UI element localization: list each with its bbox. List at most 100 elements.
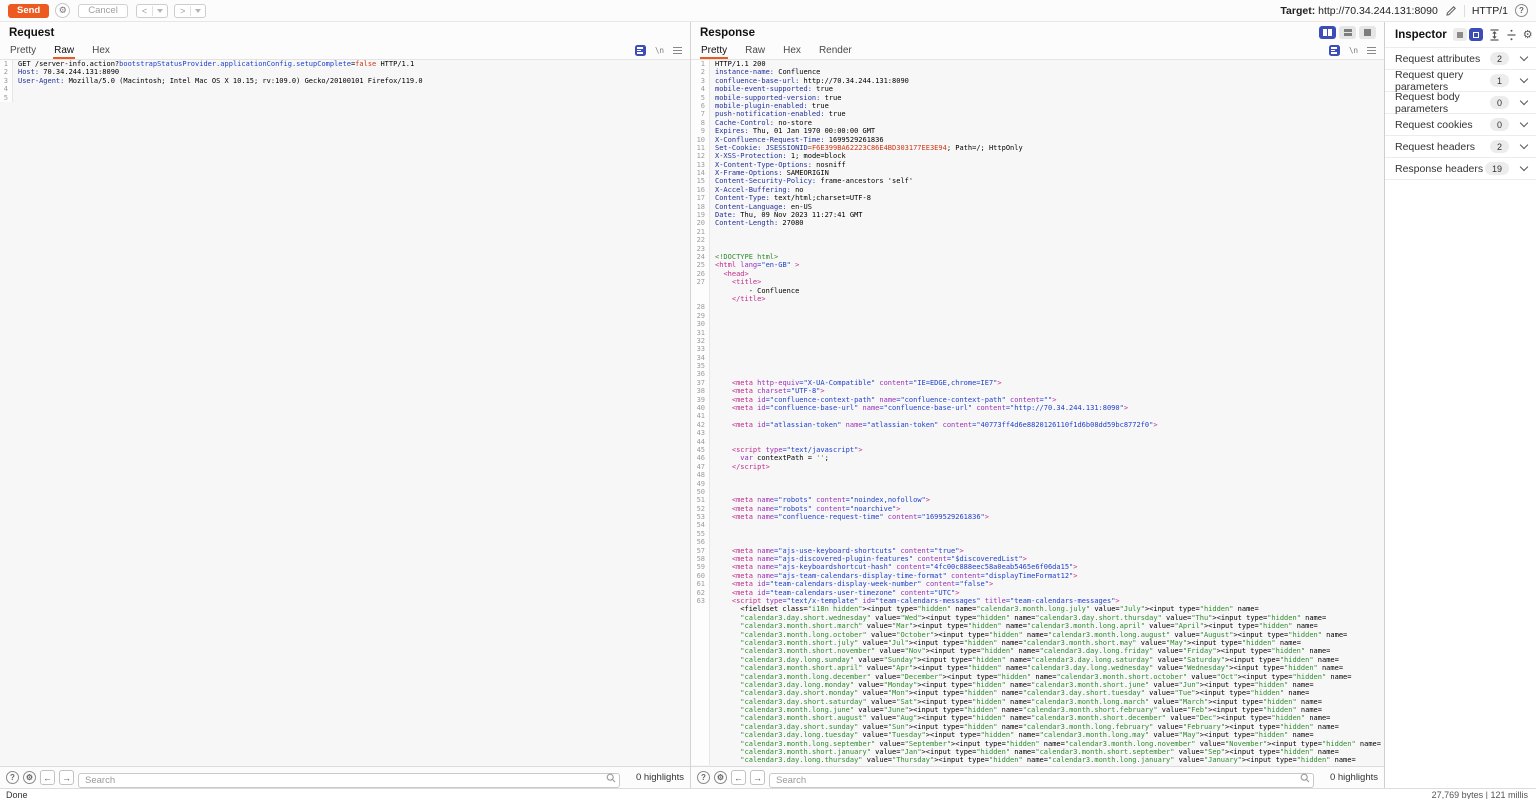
chevron-down-icon[interactable]: [1520, 53, 1528, 61]
send-settings-gear-icon[interactable]: ⚙: [55, 3, 70, 18]
code-line: 47 </script>: [691, 463, 1384, 471]
code-line: "calendar3.month.short.march" value="Mar…: [691, 622, 1384, 630]
layout-columns-button[interactable]: [1319, 26, 1336, 39]
editor-menu-icon[interactable]: [1367, 47, 1376, 54]
inspector-section-label: Request attributes: [1395, 53, 1490, 65]
chevron-down-icon[interactable]: [1520, 97, 1528, 105]
inspector-section-request-body-parameters[interactable]: Request body parameters0: [1385, 92, 1536, 114]
code-line: 4: [0, 85, 690, 93]
code-line: - Confluence: [691, 287, 1384, 295]
search-settings-gear-icon[interactable]: ⚙: [714, 771, 727, 784]
inspector-section-request-headers[interactable]: Request headers2: [1385, 136, 1536, 158]
layout-rows-button[interactable]: [1339, 26, 1356, 39]
code-line: 17Content-Type: text/html;charset=UTF-8: [691, 194, 1384, 202]
show-newlines-icon[interactable]: \n: [1349, 46, 1358, 55]
code-line: "calendar3.month.long.june" value="June"…: [691, 706, 1384, 714]
code-line: 36: [691, 370, 1384, 378]
code-line: 2Host: 70.34.244.131:8090: [0, 68, 690, 76]
code-line: 8Cache-Control: no-store: [691, 119, 1384, 127]
code-line: 4mobile-event-supported: true: [691, 85, 1384, 93]
count-badge: 1: [1490, 74, 1509, 87]
tab-raw[interactable]: Raw: [53, 45, 75, 59]
tab-raw[interactable]: Raw: [744, 45, 766, 59]
response-panel-title: Response: [691, 22, 1384, 44]
chevron-down-icon[interactable]: [1520, 163, 1528, 171]
expand-all-icon[interactable]: [1489, 29, 1500, 41]
inspector-settings-gear-icon[interactable]: ⚙: [1523, 28, 1533, 41]
code-line: "calendar3.month.long.september" value="…: [691, 740, 1384, 748]
chevron-down-icon[interactable]: [157, 9, 163, 13]
code-line: 3confluence-base-url: http://70.34.244.1…: [691, 77, 1384, 85]
code-line: 22: [691, 236, 1384, 244]
code-line: "calendar3.month.short.november" value="…: [691, 647, 1384, 655]
tab-hex[interactable]: Hex: [91, 45, 111, 59]
code-line: 13X-Content-Type-Options: nosniff: [691, 161, 1384, 169]
inspector-expanded-view-button[interactable]: [1469, 28, 1483, 41]
status-text: Done: [6, 790, 28, 799]
collapse-all-icon[interactable]: [1506, 29, 1517, 41]
code-line: 3User-Agent: Mozilla/5.0 (Macintosh; Int…: [0, 77, 690, 85]
inspector-section-response-headers[interactable]: Response headers19: [1385, 158, 1536, 180]
help-icon[interactable]: ?: [1515, 4, 1528, 17]
code-line: 56: [691, 538, 1384, 546]
code-line: 38 <meta charset="UTF-8">: [691, 387, 1384, 395]
tab-hex[interactable]: Hex: [782, 45, 802, 59]
response-tabs: Pretty Raw Hex Render \n: [691, 44, 1384, 60]
target-text: Target: http://70.34.244.131:8090: [1280, 5, 1437, 17]
http-version-label[interactable]: HTTP/1: [1472, 5, 1508, 17]
code-line: <fieldset class="i18n hidden"><input typ…: [691, 605, 1384, 613]
code-line: 45 <script type="text/javascript">: [691, 446, 1384, 454]
tab-render[interactable]: Render: [818, 45, 853, 59]
inspector-section-request-attributes[interactable]: Request attributes2: [1385, 48, 1536, 70]
show-newlines-icon[interactable]: \n: [655, 46, 664, 55]
search-next-button[interactable]: →: [750, 770, 765, 785]
code-line: 12X-XSS-Protection: 1; mode=block: [691, 152, 1384, 160]
search-help-icon[interactable]: ?: [6, 771, 19, 784]
tab-pretty[interactable]: Pretty: [9, 45, 37, 59]
layout-tabs-button[interactable]: [1359, 26, 1376, 39]
tab-pretty[interactable]: Pretty: [700, 45, 728, 59]
code-line: 25<html lang="en-GB" >: [691, 261, 1384, 269]
send-button[interactable]: Send: [8, 4, 49, 18]
code-line: 40 <meta id="confluence-base-url" name="…: [691, 404, 1384, 412]
inspector-collapsed-view-button[interactable]: [1453, 28, 1467, 41]
code-line: 53 <meta name="confluence-request-time" …: [691, 513, 1384, 521]
response-search-bar: ? ⚙ ← → 0 highlights: [691, 766, 1384, 788]
editor-menu-icon[interactable]: [673, 47, 682, 54]
pretty-print-icon[interactable]: [635, 45, 646, 56]
code-line: </title>: [691, 295, 1384, 303]
search-prev-button[interactable]: ←: [40, 770, 55, 785]
code-line: "calendar3.day.long.thursday" value="Thu…: [691, 756, 1384, 764]
request-editor[interactable]: 1GET /server-info.action?bootstrapStatus…: [0, 60, 690, 766]
chevron-down-icon[interactable]: [1520, 119, 1528, 127]
cancel-button[interactable]: Cancel: [78, 4, 128, 18]
code-line: 30: [691, 320, 1384, 328]
count-badge: 0: [1490, 96, 1509, 109]
code-line: 50: [691, 488, 1384, 496]
code-line: 62 <meta id="team-calendars-user-timezon…: [691, 589, 1384, 597]
code-line: "calendar3.day.short.saturday" value="Sa…: [691, 698, 1384, 706]
history-back-button[interactable]: <: [136, 4, 168, 18]
toolbar: Send ⚙ Cancel < > Target: http://70.34.2…: [0, 0, 1536, 22]
pretty-print-icon[interactable]: [1329, 45, 1340, 56]
code-line: 43: [691, 429, 1384, 437]
code-line: "calendar3.month.short.july" value="Jul"…: [691, 639, 1384, 647]
search-help-icon[interactable]: ?: [697, 771, 710, 784]
chevron-down-icon[interactable]: [1520, 141, 1528, 149]
search-prev-button[interactable]: ←: [731, 770, 746, 785]
chevron-down-icon[interactable]: [195, 9, 201, 13]
response-editor[interactable]: 1HTTP/1.1 2002instance-name: Confluence3…: [691, 60, 1384, 766]
history-forward-button[interactable]: >: [174, 4, 206, 18]
inspector-section-request-cookies[interactable]: Request cookies0: [1385, 114, 1536, 136]
search-settings-gear-icon[interactable]: ⚙: [23, 771, 36, 784]
edit-target-pencil-icon[interactable]: [1445, 5, 1457, 17]
response-search-input[interactable]: [769, 773, 1314, 788]
inspector-section-request-query-parameters[interactable]: Request query parameters1: [1385, 70, 1536, 92]
request-panel: Request Pretty Raw Hex \n 1GET /server-inf…: [0, 22, 690, 788]
count-badge: 2: [1490, 140, 1509, 153]
chevron-down-icon[interactable]: [1520, 75, 1528, 83]
request-panel-title: Request: [0, 22, 690, 44]
code-line: 11Set-Cookie: JSESSIONID=F6E399BA62223C8…: [691, 144, 1384, 152]
request-search-input[interactable]: [78, 773, 620, 788]
search-next-button[interactable]: →: [59, 770, 74, 785]
